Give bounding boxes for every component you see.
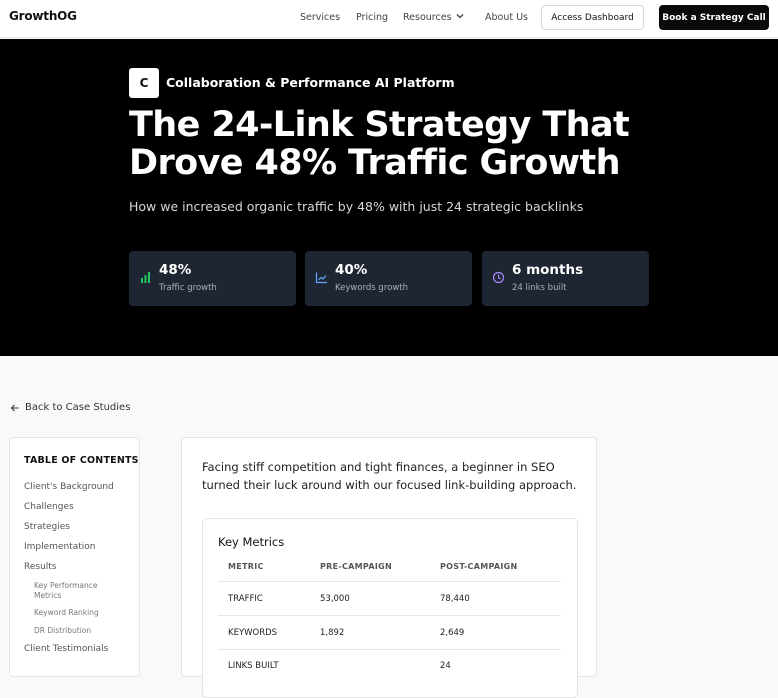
stat-label: Traffic growth (159, 283, 217, 293)
stat-label: 24 links built (512, 283, 567, 293)
toc-item-strategies[interactable]: Strategies (24, 522, 70, 532)
toc-item-client-testimonials[interactable]: Client Testimonials (24, 644, 108, 654)
toc-item-challenges[interactable]: Challenges (24, 502, 74, 512)
stat-label: Keywords growth (335, 283, 409, 293)
stat-card-duration: 6 months 24 links built (482, 251, 649, 306)
nav-link-resources[interactable]: Resources (403, 12, 452, 23)
platform-logo-icon: C (129, 68, 159, 98)
toc-item-implementation[interactable]: Implementation (24, 542, 95, 552)
platform-badge-text: Collaboration & Performance AI Platform (166, 75, 455, 90)
table-cell-post: 78,440 (440, 594, 470, 604)
arrow-left-icon (10, 404, 19, 411)
back-label: Back to Case Studies (25, 402, 131, 413)
column-header-pre-campaign: PRE-CAMPAIGN (320, 562, 392, 571)
table-cell-metric: KEYWORDS (228, 628, 278, 638)
stat-value: 48% (159, 262, 192, 278)
nav-link-services[interactable]: Services (300, 12, 340, 23)
hero-subtitle: How we increased organic traffic by 48% … (129, 199, 584, 214)
row-divider (218, 615, 561, 616)
nav-link-about[interactable]: About Us (485, 12, 528, 23)
key-metrics-card: Key Metrics METRIC PRE-CAMPAIGN POST-CAM… (202, 518, 578, 698)
toc-item-results[interactable]: Results (24, 562, 57, 572)
table-cell-metric: TRAFFIC (228, 594, 263, 604)
column-header-metric: METRIC (228, 562, 264, 571)
row-divider (218, 649, 561, 650)
table-cell-pre: 1,892 (320, 628, 345, 638)
table-cell-pre: 53,000 (320, 594, 350, 604)
clock-icon (492, 271, 505, 284)
column-header-post-campaign: POST-CAMPAIGN (440, 562, 518, 571)
table-cell-post: 2,649 (440, 628, 465, 638)
brand-logo[interactable]: GrowthOG (9, 9, 77, 23)
toc-subitem-keyword-ranking[interactable]: Keyword Ranking (34, 608, 124, 618)
line-chart-icon (315, 272, 327, 284)
intro-paragraph: Facing stiff competition and tight finan… (202, 460, 577, 492)
page-title: The 24-Link Strategy That Drove 48% Traf… (129, 106, 749, 182)
title-line-1: The 24-Link Strategy That (129, 105, 630, 145)
nav-link-pricing[interactable]: Pricing (356, 12, 388, 23)
top-nav: GrowthOG Services Pricing Resources Abou… (0, 0, 778, 38)
case-study-content: Facing stiff competition and tight finan… (181, 437, 597, 698)
toc-title: TABLE OF CONTENTS (24, 455, 139, 466)
table-of-contents: TABLE OF CONTENTS Client's Background Ch… (9, 437, 140, 677)
book-strategy-call-button[interactable]: Book a Strategy Call (659, 5, 769, 30)
access-dashboard-button[interactable]: Access Dashboard (541, 5, 644, 30)
table-cell-metric: LINKS BUILT (228, 661, 279, 671)
stat-card-traffic: 48% Traffic growth (129, 251, 296, 306)
chevron-down-icon[interactable] (455, 11, 465, 21)
key-metrics-title: Key Metrics (218, 535, 285, 549)
stat-value: 6 months (512, 262, 584, 278)
table-cell-post: 24 (440, 661, 451, 671)
toc-subitem-key-performance-metrics[interactable]: Key Performance Metrics (34, 581, 124, 601)
title-line-2: Drove 48% Traffic Growth (129, 143, 621, 183)
bar-chart-icon (141, 272, 150, 283)
back-to-case-studies-link[interactable]: Back to Case Studies (10, 402, 130, 413)
toc-subitem-dr-distribution[interactable]: DR Distribution (34, 626, 124, 636)
stat-value: 40% (335, 262, 368, 278)
row-divider (218, 581, 561, 582)
toc-item-clients-background[interactable]: Client's Background (24, 482, 114, 492)
stat-card-keywords: 40% Keywords growth (305, 251, 472, 306)
